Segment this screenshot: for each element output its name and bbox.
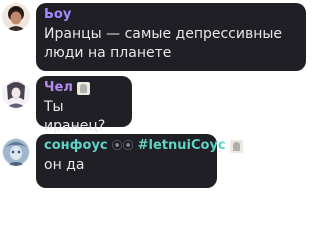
avatar[interactable] xyxy=(2,138,30,166)
link-icon: ⦿⦿ xyxy=(111,139,134,152)
author-tag[interactable]: #letnuiCoyc xyxy=(138,138,226,154)
message-bubble: сонфоус ⦿⦿ #letnuiCoyc он да xyxy=(36,134,243,188)
author-row: Чел xyxy=(44,80,124,96)
author-row: Ьоу xyxy=(44,7,298,23)
message-bubble: Чел Ты иранец? xyxy=(36,76,132,134)
sticker-icon xyxy=(76,81,90,95)
sticker-icon xyxy=(229,139,243,153)
avatar[interactable] xyxy=(2,80,30,108)
chat-thread: Ьоу Иранцы — самые депрессивные люди на … xyxy=(0,0,320,240)
avatar[interactable] xyxy=(2,3,30,31)
message-text: Иранцы — самые депрессивные люди на план… xyxy=(44,26,283,61)
author-name[interactable]: Ьоу xyxy=(44,7,71,23)
author-name[interactable]: сонфоус xyxy=(44,138,108,154)
message-text: Ты иранец? xyxy=(44,99,106,134)
author-name[interactable]: Чел xyxy=(44,80,73,96)
author-row: сонфоус ⦿⦿ #letnuiCoyc xyxy=(44,138,243,154)
message-text: он да xyxy=(44,157,85,173)
message-bubble: Ьоу Иранцы — самые депрессивные люди на … xyxy=(36,3,306,71)
